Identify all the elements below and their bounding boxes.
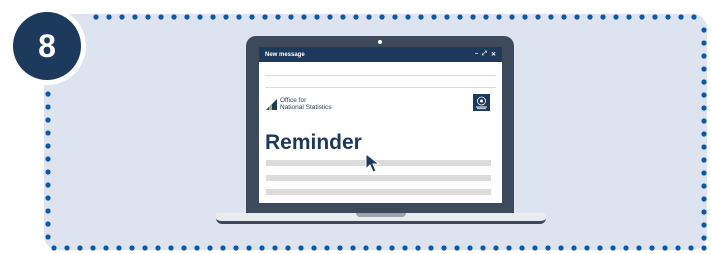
body-text-line	[266, 189, 491, 195]
step-number-badge: 8	[8, 7, 86, 85]
ons-logo-line2: National Statistics	[280, 104, 332, 111]
ons-logo-line1: Office for	[280, 97, 307, 104]
subject-field-line	[265, 87, 496, 88]
ons-logo-icon	[266, 98, 277, 110]
window-controls: – ⤢ ✕	[475, 51, 496, 58]
laptop-screen-frame: New message – ⤢ ✕ Office for National St…	[246, 36, 514, 214]
minimize-icon: –	[474, 51, 479, 57]
to-field-line	[265, 75, 496, 76]
laptop-hinge-notch	[356, 213, 406, 217]
close-icon: ✕	[490, 52, 496, 58]
expand-icon: ⤢	[482, 51, 487, 57]
body-text-line	[266, 175, 491, 181]
ons-logo: Office for National Statistics	[266, 97, 332, 111]
email-window-titlebar: New message – ⤢ ✕	[259, 47, 502, 62]
mouse-pointer-icon	[365, 153, 381, 173]
email-window: New message – ⤢ ✕ Office for National St…	[259, 47, 502, 203]
laptop-base	[216, 213, 546, 224]
email-heading: Reminder	[265, 131, 362, 154]
camera-icon	[378, 40, 382, 44]
uk-government-crest-icon	[473, 94, 490, 111]
step-number: 8	[13, 12, 81, 80]
email-window-title: New message	[265, 51, 305, 58]
